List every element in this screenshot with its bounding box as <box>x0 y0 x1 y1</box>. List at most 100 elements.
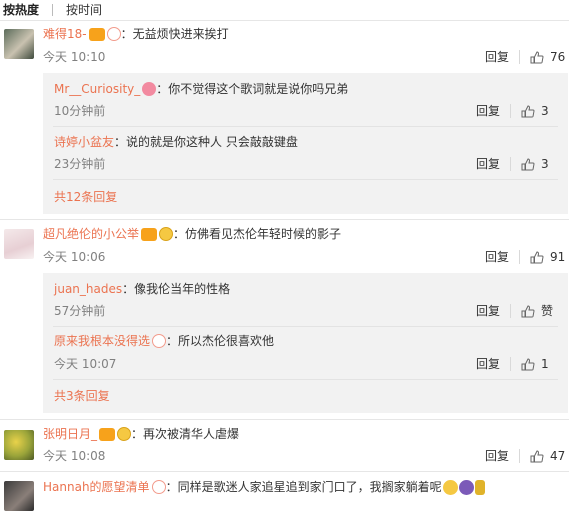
reply-username[interactable]: juan_hades <box>54 281 122 297</box>
username[interactable]: 超凡绝伦的小公举 <box>43 226 139 242</box>
fan-badge-icon <box>106 27 121 41</box>
trophy-emoji-icon <box>474 479 485 495</box>
like-button[interactable]: 1 <box>521 356 549 372</box>
comment-time: 今天 10:08 <box>43 449 106 463</box>
like-button[interactable]: 76 <box>530 49 565 65</box>
action-divider <box>519 50 520 64</box>
comment-time: 今天 10:06 <box>43 250 106 264</box>
reply-time: 57分钟前 <box>54 304 106 318</box>
reply-divider <box>53 379 558 380</box>
comment-line: 难得18- ： 无益烦快进来挨打 <box>43 26 229 42</box>
reply-text: 你不觉得这个歌词就是说你吗兄弟 <box>168 82 349 96</box>
comment-text: 无益烦快进来挨打 <box>132 27 229 41</box>
fan-badge-icon <box>159 227 174 241</box>
avatar[interactable] <box>4 430 34 460</box>
comment-line: Hannah的愿望清单 ： 同样是歌迷人家追星追到家门口了，我搁家躺着呢 <box>43 479 485 495</box>
like-count: 3 <box>541 157 549 171</box>
reply-username[interactable]: 诗婷小盆友 <box>54 134 114 150</box>
reply-time: 23分钟前 <box>54 157 106 171</box>
fan-badge-icon <box>142 82 157 96</box>
like-count: 3 <box>541 104 549 118</box>
reply-time: 10分钟前 <box>54 104 106 118</box>
action-divider <box>510 104 511 118</box>
reply-username[interactable]: Mr__Curiosity_ <box>54 81 140 97</box>
tab-separator <box>52 4 54 16</box>
comment-line: 张明日月_ ： 再次被清华人虐爆 <box>43 426 239 442</box>
avatar[interactable] <box>4 481 34 511</box>
comment-text: 仿佛看见杰伦年轻时候的影子 <box>185 227 342 241</box>
like-count: 76 <box>550 50 566 64</box>
reply-divider <box>53 179 558 180</box>
reply-button[interactable]: 回复 <box>476 356 500 372</box>
fan-badge-icon <box>152 334 167 348</box>
thumbs-up-icon <box>521 304 535 317</box>
tabs-divider <box>0 20 569 21</box>
tab-sort-by-time[interactable]: 按时间 <box>63 1 105 19</box>
comment-text: 同样是歌迷人家追星追到家门口了，我搁家躺着呢 <box>177 480 442 494</box>
reply-line: juan_hades ： 像我伦当年的性格 <box>54 281 230 297</box>
comment-divider <box>0 419 569 420</box>
colon: ： <box>156 82 169 96</box>
colon: ： <box>122 282 135 296</box>
comment-divider <box>0 219 569 220</box>
like-button[interactable]: 47 <box>530 448 565 464</box>
username[interactable]: Hannah的愿望清单 <box>43 479 150 495</box>
sticker-emoji-icon <box>458 479 474 495</box>
comment-time: 今天 10:10 <box>43 50 106 64</box>
thumbs-up-icon <box>530 50 544 63</box>
action-divider <box>519 250 520 264</box>
reply-button[interactable]: 回复 <box>485 249 509 265</box>
reply-line: Mr__Curiosity_ ： 你不觉得这个歌词就是说你吗兄弟 <box>54 81 348 97</box>
reply-text: 说的就是你这种人 只会敲敲键盘 <box>126 135 298 149</box>
reply-line: 诗婷小盆友 ： 说的就是你这种人 只会敲敲键盘 <box>54 134 298 150</box>
reply-button[interactable]: 回复 <box>485 49 509 65</box>
like-count: 1 <box>541 357 549 371</box>
colon: ： <box>173 227 186 241</box>
crying-face-emoji-icon <box>442 479 458 495</box>
action-divider <box>519 449 520 463</box>
avatar[interactable] <box>4 229 34 259</box>
username[interactable]: 张明日月_ <box>43 426 97 442</box>
colon: ： <box>120 27 133 41</box>
more-replies-link[interactable]: 共3条回复 <box>54 388 110 404</box>
like-button[interactable]: 赞 <box>521 303 553 319</box>
thumbs-up-icon <box>521 157 535 170</box>
like-count: 91 <box>550 250 566 264</box>
thumbs-up-icon <box>521 357 535 370</box>
reply-button[interactable]: 回复 <box>476 103 500 119</box>
reply-line: 原来我根本没得选 ： 所以杰伦很喜欢他 <box>54 333 274 349</box>
colon: ： <box>114 135 127 149</box>
reply-divider <box>53 326 558 327</box>
vip-badge-icon <box>141 227 158 241</box>
colon: ： <box>166 334 179 348</box>
thumbs-up-icon <box>521 104 535 117</box>
like-count: 47 <box>550 449 566 463</box>
reply-text: 所以杰伦很喜欢他 <box>178 334 275 348</box>
comment-text: 再次被清华人虐爆 <box>143 427 240 441</box>
sort-tabs: 按热度 按时间 <box>0 0 569 20</box>
avatar[interactable] <box>4 29 34 59</box>
vip-badge-icon <box>99 427 116 441</box>
action-divider <box>510 304 511 318</box>
more-replies-link[interactable]: 共12条回复 <box>54 189 117 205</box>
reply-username[interactable]: 原来我根本没得选 <box>54 333 150 349</box>
action-divider <box>510 157 511 171</box>
colon: ： <box>131 427 144 441</box>
action-divider <box>510 357 511 371</box>
reply-button[interactable]: 回复 <box>476 303 500 319</box>
fan-badge-icon <box>151 480 166 494</box>
reply-divider <box>53 126 558 127</box>
vip-badge-icon <box>88 27 105 41</box>
comment-divider <box>0 471 569 472</box>
like-count: 赞 <box>541 304 554 318</box>
colon: ： <box>165 480 178 494</box>
tab-sort-by-hot[interactable]: 按热度 <box>0 1 42 19</box>
like-button[interactable]: 3 <box>521 103 549 119</box>
thumbs-up-icon <box>530 449 544 462</box>
like-button[interactable]: 3 <box>521 156 549 172</box>
reply-button[interactable]: 回复 <box>485 448 509 464</box>
like-button[interactable]: 91 <box>530 249 565 265</box>
reply-text: 像我伦当年的性格 <box>134 282 231 296</box>
username[interactable]: 难得18- <box>43 26 87 42</box>
reply-button[interactable]: 回复 <box>476 156 500 172</box>
